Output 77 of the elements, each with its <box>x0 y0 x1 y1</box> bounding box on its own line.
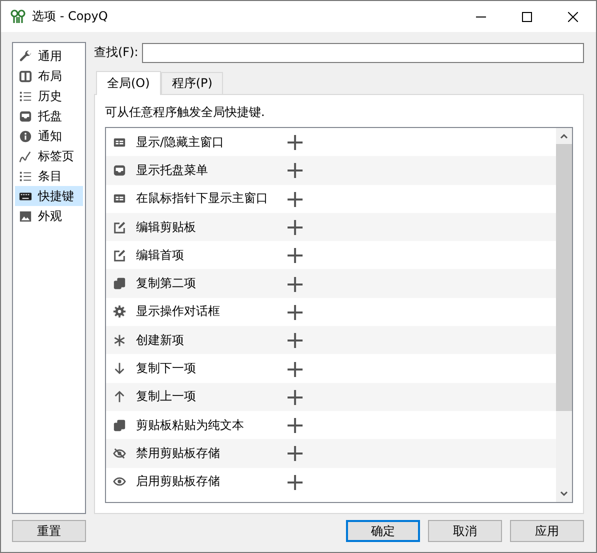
shortcut-name: 复制第二项 <box>136 275 197 292</box>
sidebar-item[interactable]: 托盘 <box>15 106 83 126</box>
shortcut-name: 显示托盘菜单 <box>136 162 209 179</box>
copy-icon <box>113 418 126 432</box>
copy-icon <box>113 277 126 290</box>
add-shortcut-button[interactable]: + <box>281 415 310 436</box>
tab[interactable]: 全局(O) <box>96 71 161 95</box>
close-icon <box>568 12 578 22</box>
shortcut-name: 编辑剪贴板 <box>136 218 197 236</box>
sidebar-item[interactable]: 通用 <box>15 46 83 66</box>
shortcut-row[interactable]: 复制第二项 + <box>106 269 556 298</box>
eye-off-icon <box>113 446 126 460</box>
add-shortcut-button[interactable]: + <box>281 472 310 492</box>
window-icon <box>113 192 126 206</box>
sidebar-item[interactable]: 外观 <box>15 206 83 226</box>
gear-icon <box>113 305 126 318</box>
scrollbar[interactable] <box>556 128 572 502</box>
add-shortcut-button[interactable]: + <box>281 132 310 152</box>
shortcut-row[interactable]: 禁用剪贴板存储 + <box>106 439 556 468</box>
info-icon <box>19 130 32 142</box>
shortcut-name: 编辑首项 <box>136 246 185 264</box>
shortcut-row[interactable]: 创建新项 + <box>106 326 556 354</box>
inbox-icon <box>19 110 32 122</box>
shortcut-name: 显示操作对话框 <box>136 303 221 320</box>
asterisk-icon <box>113 334 126 347</box>
columns-icon <box>19 70 32 82</box>
shortcut-row[interactable]: 编辑剪贴板 + <box>106 212 556 242</box>
inbox-icon <box>113 164 126 177</box>
description-text: 可从任意程序触发全局快捷键. <box>105 104 266 121</box>
sidebar-item[interactable]: 标签页 <box>15 146 83 166</box>
ok-button[interactable]: 确定 <box>346 520 420 542</box>
reset-button[interactable]: 重置 <box>12 520 86 542</box>
sidebar-item[interactable]: 条目 <box>15 166 83 186</box>
app-logo-icon <box>10 8 26 24</box>
search-label: 查找(F): <box>94 44 138 61</box>
shortcut-name: 启用剪贴板存储 <box>136 473 221 490</box>
add-shortcut-button[interactable]: + <box>281 358 310 379</box>
sidebar-item[interactable]: 布局 <box>15 66 83 86</box>
shortcut-name: 复制上一项 <box>136 388 197 406</box>
eye-icon <box>113 475 126 488</box>
sidebar-item[interactable]: 通知 <box>15 126 83 146</box>
shortcut-name: 复制下一项 <box>136 360 197 378</box>
shortcut-name: 在鼠标指针下显示主窗口 <box>136 190 269 208</box>
scroll-down-icon[interactable] <box>559 489 569 499</box>
window-title: 选项 - CopyQ <box>32 8 108 25</box>
scroll-up-icon[interactable] <box>559 131 569 141</box>
add-shortcut-button[interactable]: + <box>281 443 310 464</box>
maximize-icon <box>522 12 532 22</box>
shortcut-name: 创建新项 <box>136 332 185 349</box>
add-shortcut-button[interactable]: + <box>281 274 310 294</box>
apply-button[interactable]: 应用 <box>510 520 584 542</box>
shortcut-name: 显示/隐藏主窗口 <box>136 134 226 151</box>
wrench-icon <box>19 50 32 62</box>
arrow-down-icon <box>113 362 126 376</box>
cancel-button[interactable]: 取消 <box>428 520 502 542</box>
add-shortcut-button[interactable]: + <box>281 302 310 322</box>
add-shortcut-button[interactable]: + <box>281 330 310 350</box>
add-shortcut-button[interactable]: + <box>281 217 310 238</box>
edit-icon <box>113 248 126 262</box>
sidebar-item[interactable]: 历史 <box>15 86 83 106</box>
add-shortcut-button[interactable]: + <box>281 245 310 266</box>
add-shortcut-button[interactable]: + <box>281 160 310 180</box>
window-icon <box>113 136 126 149</box>
shortcut-name: 禁用剪贴板存储 <box>136 444 221 462</box>
add-shortcut-button[interactable]: + <box>281 188 310 209</box>
shortcut-name: 剪贴板粘贴为纯文本 <box>136 416 245 434</box>
edit-icon <box>113 220 126 234</box>
add-shortcut-button[interactable]: + <box>281 386 310 407</box>
search-field[interactable] <box>142 42 584 62</box>
shortcut-row[interactable]: 显示托盘菜单 + <box>106 156 556 185</box>
list-icon <box>19 170 32 182</box>
list-icon <box>19 90 32 102</box>
sidebar-item[interactable]: 快捷键 <box>15 186 83 206</box>
shortcut-row[interactable]: 复制上一项 + <box>106 382 556 411</box>
arrow-up-icon <box>113 390 126 404</box>
image-icon <box>19 210 32 222</box>
tab[interactable]: 程序(P) <box>160 72 224 94</box>
